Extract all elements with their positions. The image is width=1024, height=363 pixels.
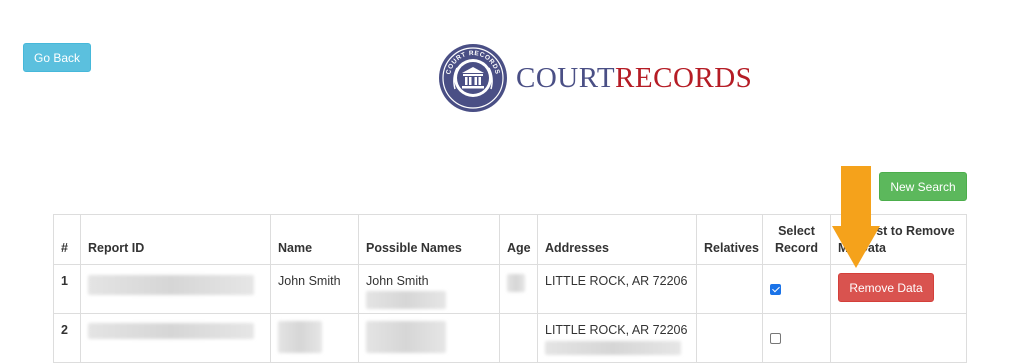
logo-court-text: COURT — [516, 61, 616, 94]
select-record-checkbox[interactable] — [770, 284, 781, 295]
possible-name: John Smith — [366, 274, 429, 288]
redacted-report-id — [88, 323, 254, 339]
new-search-button[interactable]: New Search — [879, 172, 967, 201]
name-cell — [270, 313, 359, 363]
redacted-name — [278, 321, 322, 353]
court-records-logo: COURT RECORDS COURTRECORDS — [438, 43, 752, 113]
redacted-address-line — [545, 341, 681, 355]
table-header-row: # Report ID Name Possible Names Age Addr… — [53, 214, 967, 265]
col-header-report-id: Report ID — [80, 214, 271, 265]
logo-records-text: RECORDS — [615, 61, 753, 94]
col-header-addresses: Addresses — [537, 214, 697, 265]
records-table: # Report ID Name Possible Names Age Addr… — [53, 214, 967, 363]
col-header-name: Name — [270, 214, 359, 265]
go-back-button[interactable]: Go Back — [23, 43, 91, 72]
select-record-cell — [762, 264, 831, 314]
col-header-relatives: Relatives — [696, 214, 763, 265]
age-cell — [499, 264, 538, 314]
report-id-cell — [80, 264, 271, 314]
col-header-num: # — [53, 214, 81, 265]
logo-wordmark: COURTRECORDS — [516, 61, 753, 94]
relatives-cell — [696, 313, 763, 363]
remove-data-cell: Remove Data — [830, 264, 967, 314]
redacted-age — [507, 274, 525, 292]
col-header-age: Age — [499, 214, 538, 265]
select-record-checkbox[interactable] — [770, 333, 781, 344]
orange-arrow-icon — [832, 166, 880, 268]
row-number: 2 — [53, 313, 81, 363]
col-header-possible-names: Possible Names — [358, 214, 500, 265]
row-number: 1 — [53, 264, 81, 314]
court-seal-icon: COURT RECORDS — [439, 44, 507, 112]
col-header-select-record: Select Record — [762, 214, 831, 265]
redacted-possible-name — [366, 321, 446, 353]
age-cell — [499, 313, 538, 363]
redacted-possible-name — [366, 291, 446, 309]
redacted-report-id — [88, 275, 254, 295]
relatives-cell — [696, 264, 763, 314]
name-cell: John Smith — [270, 264, 359, 314]
possible-names-cell — [358, 313, 500, 363]
select-record-cell — [762, 313, 831, 363]
remove-data-button[interactable]: Remove Data — [838, 273, 934, 302]
remove-data-cell — [830, 313, 967, 363]
address-cell: LITTLE ROCK, AR 72206 — [537, 264, 697, 314]
report-id-cell — [80, 313, 271, 363]
table-row: 2 LITTLE ROCK, AR 72206 — [53, 313, 967, 363]
table-row: 1 John Smith John Smith LITTLE ROCK, AR … — [53, 264, 967, 314]
address-text: LITTLE ROCK, AR 72206 — [545, 323, 688, 337]
possible-names-cell: John Smith — [358, 264, 500, 314]
address-cell: LITTLE ROCK, AR 72206 — [537, 313, 697, 363]
